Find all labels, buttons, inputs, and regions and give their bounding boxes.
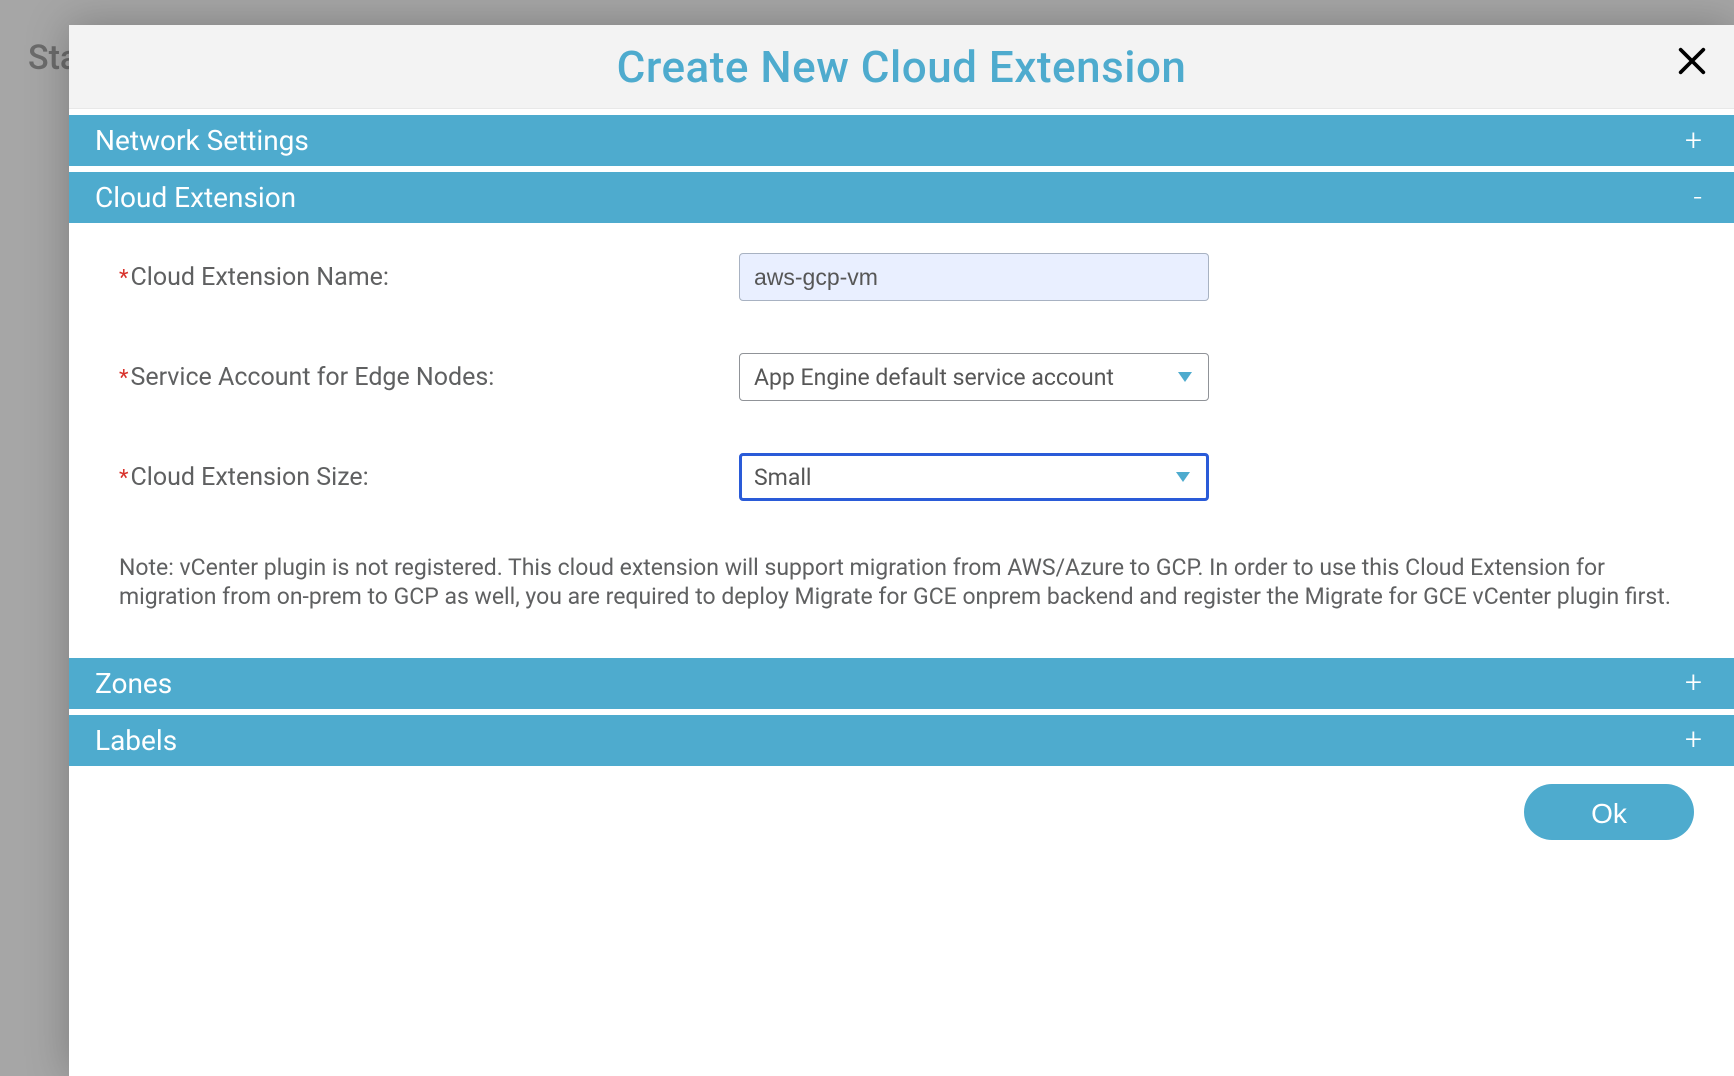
- close-icon: [1675, 44, 1709, 82]
- section-title: Labels: [95, 724, 177, 757]
- form-row-cloud-extension-name: * Cloud Extension Name:: [119, 253, 1684, 301]
- section-title: Network Settings: [95, 124, 309, 157]
- chevron-down-icon: [1178, 372, 1192, 382]
- label-service-account: * Service Account for Edge Nodes:: [119, 363, 739, 392]
- section-header-network-settings[interactable]: Network Settings +: [69, 115, 1734, 166]
- section-content-cloud-extension: * Cloud Extension Name: * Service Accoun…: [69, 223, 1734, 652]
- section-header-zones[interactable]: Zones +: [69, 658, 1734, 709]
- modal-header: Create New Cloud Extension: [69, 25, 1734, 109]
- required-star: *: [119, 466, 128, 491]
- section-header-cloud-extension[interactable]: Cloud Extension -: [69, 172, 1734, 223]
- collapse-icon: -: [1693, 183, 1708, 213]
- form-row-service-account: * Service Account for Edge Nodes: App En…: [119, 353, 1684, 401]
- section-title: Zones: [95, 667, 172, 700]
- expand-icon: +: [1685, 126, 1708, 156]
- required-star: *: [119, 266, 128, 291]
- select-value: Small: [754, 464, 812, 491]
- vcenter-plugin-note: Note: vCenter plugin is not registered. …: [119, 553, 1684, 612]
- chevron-down-icon: [1176, 472, 1190, 482]
- expand-icon: +: [1685, 725, 1708, 755]
- section-header-labels[interactable]: Labels +: [69, 715, 1734, 766]
- cloud-extension-size-select[interactable]: Small: [739, 453, 1209, 501]
- required-star: *: [119, 366, 128, 391]
- section-title: Cloud Extension: [95, 181, 296, 214]
- form-row-cloud-extension-size: * Cloud Extension Size: Small: [119, 453, 1684, 501]
- label-cloud-extension-size: * Cloud Extension Size:: [119, 463, 739, 492]
- ok-button[interactable]: Ok: [1524, 784, 1694, 840]
- create-cloud-extension-modal: Create New Cloud Extension Network Setti…: [69, 25, 1734, 1076]
- service-account-select[interactable]: App Engine default service account: [739, 353, 1209, 401]
- label-text: Cloud Extension Name:: [130, 263, 388, 292]
- modal-footer: Ok: [69, 766, 1734, 820]
- cloud-extension-name-input[interactable]: [739, 253, 1209, 301]
- select-value: App Engine default service account: [754, 364, 1114, 391]
- label-text: Service Account for Edge Nodes:: [130, 363, 494, 392]
- label-text: Cloud Extension Size:: [130, 463, 368, 492]
- label-cloud-extension-name: * Cloud Extension Name:: [119, 263, 739, 292]
- modal-title: Create New Cloud Extension: [617, 41, 1187, 93]
- expand-icon: +: [1685, 668, 1708, 698]
- close-button[interactable]: [1672, 43, 1712, 83]
